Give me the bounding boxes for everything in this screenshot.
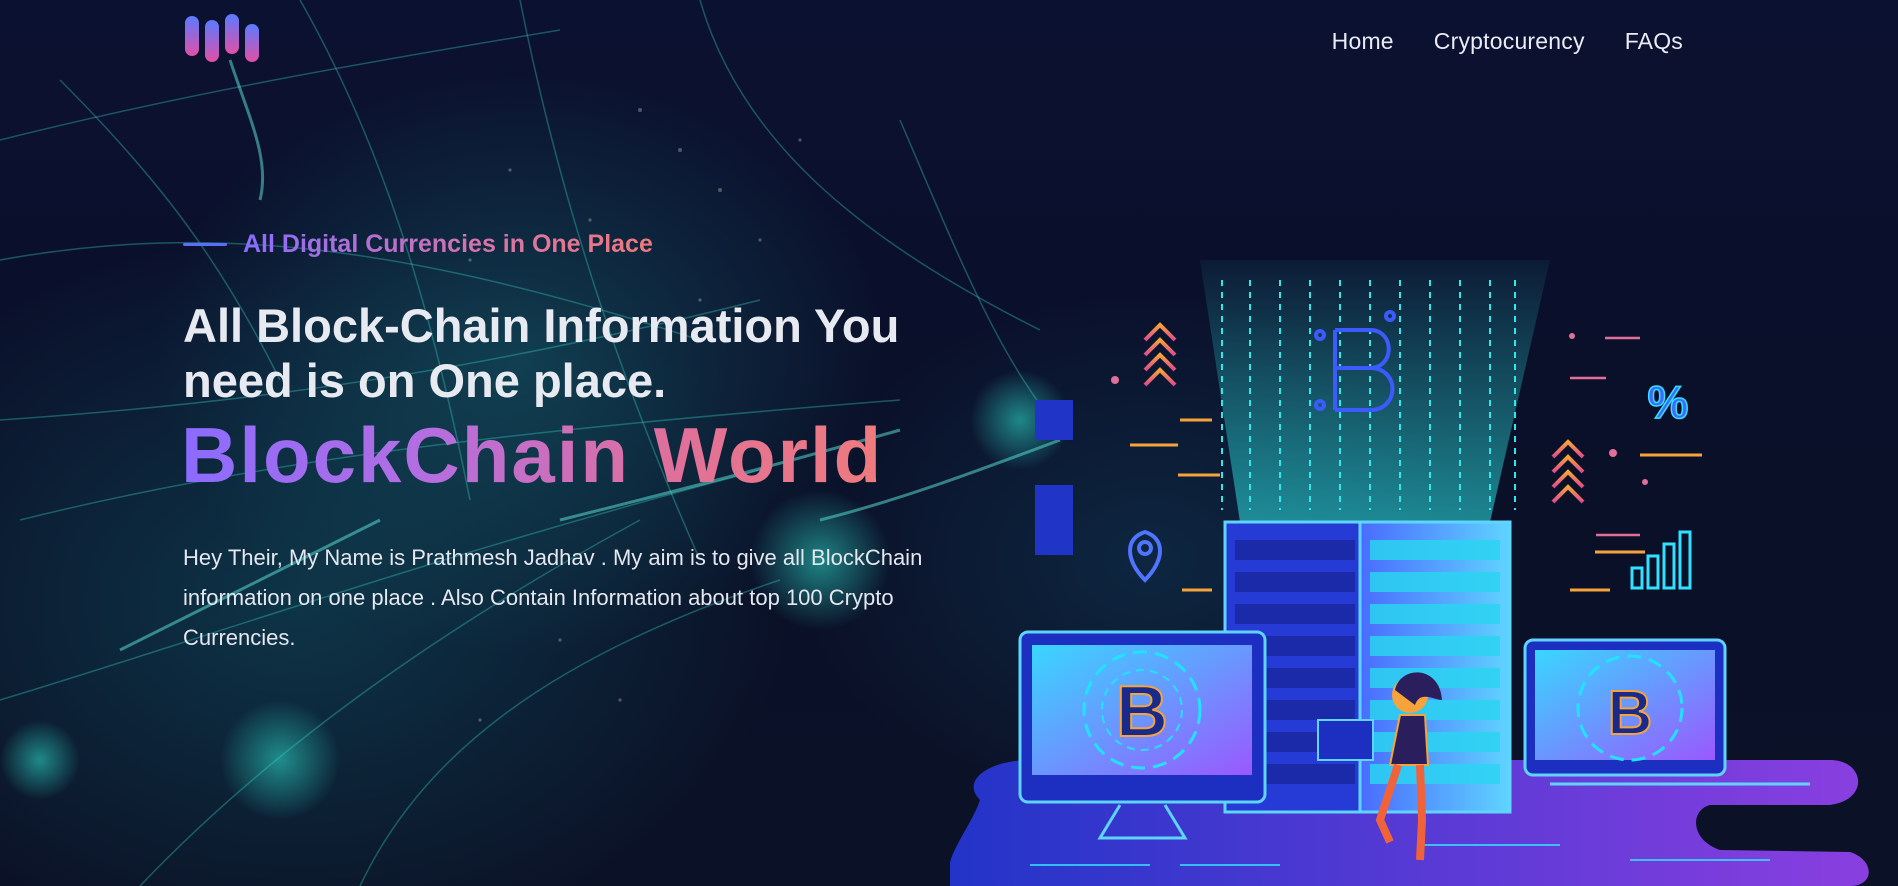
server-rack xyxy=(1223,520,1512,814)
blockchain-illustration: B B % xyxy=(950,260,1869,886)
logo-icon[interactable] xyxy=(183,14,261,64)
chevron-up-icon xyxy=(1551,439,1585,504)
location-pin-icon xyxy=(1128,529,1162,583)
nav-cryptocurrency[interactable]: Cryptocurency xyxy=(1434,28,1585,55)
bar-chart-icon xyxy=(1630,530,1692,590)
hero-headline: All Block-Chain Information You need is … xyxy=(183,299,900,407)
chevron-up-icon xyxy=(1143,322,1177,387)
brand-title: BlockChain World xyxy=(181,407,883,503)
eyebrow-text: All Digital Currencies in One Place xyxy=(243,230,653,258)
svg-text:B: B xyxy=(1116,672,1168,752)
eyebrow-rule xyxy=(183,243,227,246)
hero-eyebrow: All Digital Currencies in One Place xyxy=(183,230,653,259)
percent-icon: % xyxy=(1648,376,1689,428)
main-nav: Home Cryptocurency FAQs xyxy=(1332,28,1683,55)
nav-home[interactable]: Home xyxy=(1332,28,1394,55)
nav-faqs[interactable]: FAQs xyxy=(1625,28,1683,55)
hero-description: Hey Their, My Name is Prathmesh Jadhav .… xyxy=(183,545,923,650)
svg-text:B: B xyxy=(1608,679,1653,748)
hero-section: Home Cryptocurency FAQs All Digital Curr… xyxy=(0,0,1898,886)
